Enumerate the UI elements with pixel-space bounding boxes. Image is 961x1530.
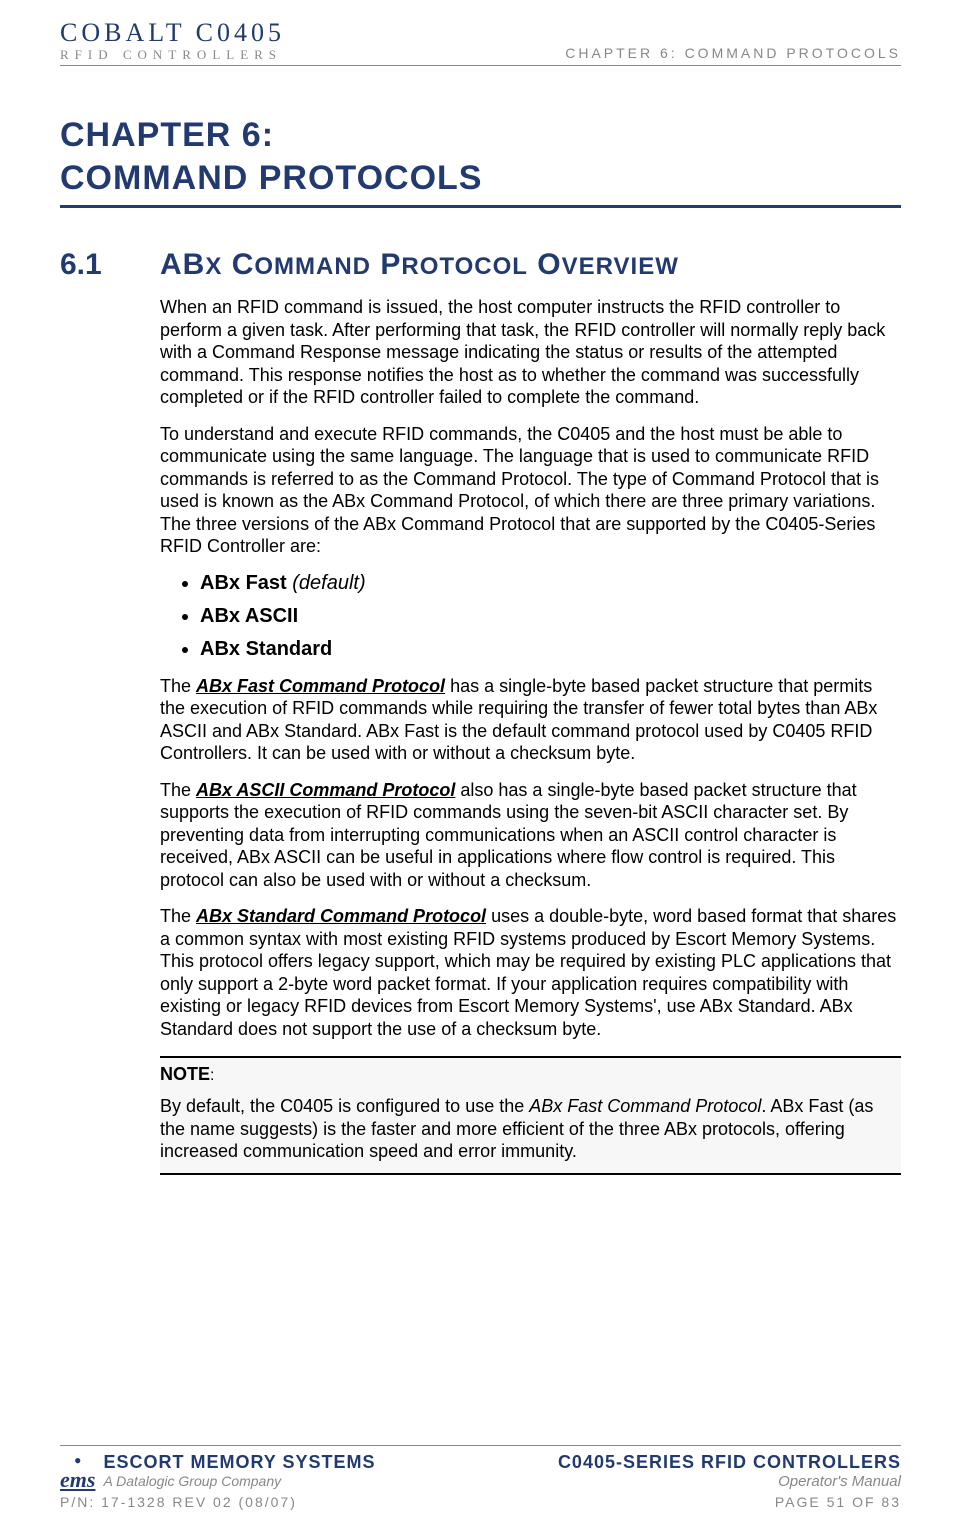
footer-manual-label: Operator's Manual bbox=[558, 1473, 901, 1490]
chapter-title: CHAPTER 6: COMMAND PROTOCOLS bbox=[60, 114, 901, 208]
spacer bbox=[60, 1175, 901, 1436]
document-page: COBALT C0405 RFID CONTROLLERS CHAPTER 6:… bbox=[0, 0, 961, 1530]
brand-line-1: COBALT C0405 bbox=[60, 20, 285, 46]
text-frag: The bbox=[160, 676, 196, 696]
part-number: P/N: 17-1328 REV 02 (08/07) bbox=[60, 1494, 297, 1510]
bullet-paren-open: ( bbox=[287, 572, 299, 594]
heading-frag: AB bbox=[160, 248, 205, 281]
section-number: 6.1 bbox=[60, 248, 160, 1175]
page-number: PAGE 51 OF 83 bbox=[775, 1494, 901, 1510]
ems-logo-icon: • ems bbox=[60, 1452, 95, 1489]
footer-bottom: P/N: 17-1328 REV 02 (08/07) PAGE 51 OF 8… bbox=[60, 1494, 901, 1530]
note-label: NOTE bbox=[160, 1064, 210, 1084]
bullet-label: ABx Fast bbox=[200, 572, 287, 594]
brand-logo: COBALT C0405 RFID CONTROLLERS bbox=[60, 20, 285, 61]
bullet-label: ABx ASCII bbox=[200, 605, 298, 627]
text-frag: The bbox=[160, 780, 196, 800]
list-item: ABx Fast (default) bbox=[200, 572, 901, 595]
ems-logo-text: ems bbox=[60, 1471, 95, 1490]
brand-name: COBALT bbox=[60, 18, 185, 47]
protocol-name-ascii: ABx ASCII Command Protocol bbox=[196, 780, 455, 800]
protocol-list: ABx Fast (default) ABx ASCII ABx Standar… bbox=[200, 572, 901, 661]
section-content: ABX COMMAND PROTOCOL OVERVIEW When an RF… bbox=[160, 248, 901, 1175]
page-header: COBALT C0405 RFID CONTROLLERS CHAPTER 6:… bbox=[60, 20, 901, 66]
bullet-paren-close: ) bbox=[359, 572, 366, 594]
footer-company-tagline: A Datalogic Group Company bbox=[103, 1473, 375, 1489]
protocol-name-standard: ABx Standard Command Protocol bbox=[196, 906, 486, 926]
note-colon: : bbox=[210, 1067, 214, 1084]
header-chapter-label: CHAPTER 6: COMMAND PROTOCOLS bbox=[565, 45, 901, 61]
protocol-name-fast: ABx Fast Command Protocol bbox=[196, 676, 445, 696]
text-frag: The bbox=[160, 906, 196, 926]
list-item: ABx Standard bbox=[200, 638, 901, 661]
paragraph-3: The ABx Fast Command Protocol has a sing… bbox=[160, 675, 901, 765]
footer-left: • ems ESCORT MEMORY SYSTEMS A Datalogic … bbox=[60, 1452, 376, 1489]
section-6-1: 6.1 ABX COMMAND PROTOCOL OVERVIEW When a… bbox=[60, 248, 901, 1175]
text-frag: By default, the C0405 is configured to u… bbox=[160, 1096, 529, 1116]
bullet-label: ABx Standard bbox=[200, 638, 332, 660]
note-body: By default, the C0405 is configured to u… bbox=[160, 1095, 901, 1163]
heading-frag: X bbox=[205, 253, 222, 280]
chapter-title-line1: CHAPTER 6: bbox=[60, 116, 274, 154]
chapter-title-line2: COMMAND PROTOCOLS bbox=[60, 159, 482, 197]
brand-model: C0405 bbox=[196, 18, 285, 47]
heading-frag: OMMAND bbox=[254, 253, 371, 280]
paragraph-1: When an RFID command is issued, the host… bbox=[160, 296, 901, 409]
bullet-default: default bbox=[299, 572, 359, 594]
footer-top: • ems ESCORT MEMORY SYSTEMS A Datalogic … bbox=[60, 1445, 901, 1490]
list-item: ABx ASCII bbox=[200, 605, 901, 628]
heading-frag: O bbox=[528, 248, 562, 281]
footer-left-text: ESCORT MEMORY SYSTEMS A Datalogic Group … bbox=[103, 1452, 375, 1489]
footer-company-name: ESCORT MEMORY SYSTEMS bbox=[103, 1452, 375, 1473]
footer-right: C0405-SERIES RFID CONTROLLERS Operator's… bbox=[558, 1452, 901, 1490]
heading-frag: C bbox=[222, 248, 254, 281]
heading-frag: P bbox=[371, 248, 401, 281]
section-heading: ABX COMMAND PROTOCOL OVERVIEW bbox=[160, 248, 901, 282]
heading-frag: ROTOCOL bbox=[401, 253, 528, 280]
note-protocol-name: ABx Fast Command Protocol bbox=[529, 1096, 761, 1116]
footer-product-name: C0405-SERIES RFID CONTROLLERS bbox=[558, 1452, 901, 1473]
note-box: NOTE: By default, the C0405 is configure… bbox=[160, 1056, 901, 1175]
paragraph-5: The ABx Standard Command Protocol uses a… bbox=[160, 905, 901, 1040]
paragraph-4: The ABx ASCII Command Protocol also has … bbox=[160, 779, 901, 892]
heading-frag: VERVIEW bbox=[562, 253, 679, 280]
paragraph-2: To understand and execute RFID commands,… bbox=[160, 423, 901, 558]
brand-subtitle: RFID CONTROLLERS bbox=[60, 48, 285, 61]
page-footer: • ems ESCORT MEMORY SYSTEMS A Datalogic … bbox=[60, 1435, 901, 1530]
